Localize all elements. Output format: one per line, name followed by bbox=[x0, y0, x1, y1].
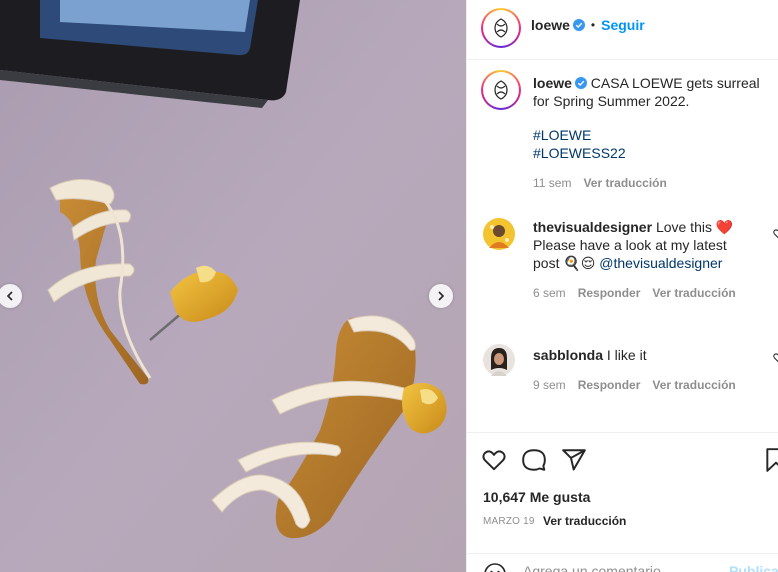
commenter-username[interactable]: sabblonda bbox=[533, 347, 603, 363]
post-header: loewe • Seguir bbox=[467, 0, 778, 60]
caption-username[interactable]: loewe bbox=[533, 75, 572, 91]
add-comment-bar: Publicar bbox=[467, 553, 778, 572]
author-username[interactable]: loewe bbox=[531, 17, 570, 33]
comment-item: thevisualdesigner Love this ❤️ Please ha… bbox=[533, 218, 773, 300]
comment-item: sabblonda I like it 9 sem Responder Ver … bbox=[533, 346, 773, 392]
author-avatar[interactable] bbox=[481, 8, 521, 48]
loewe-logo-icon bbox=[494, 80, 508, 100]
post-date[interactable]: MARZO 19 bbox=[483, 516, 535, 527]
share-icon[interactable] bbox=[561, 447, 587, 473]
comment-text: I like it bbox=[606, 347, 647, 363]
heart-icon[interactable] bbox=[481, 447, 507, 473]
commenter-avatar[interactable] bbox=[483, 218, 515, 250]
loewe-logo-icon bbox=[494, 18, 508, 38]
comment-icon[interactable] bbox=[521, 447, 547, 473]
avatar-photo bbox=[483, 344, 515, 376]
caption-avatar[interactable] bbox=[481, 70, 521, 110]
emoji-icon[interactable] bbox=[483, 562, 507, 572]
comment-timestamp[interactable]: 9 sem bbox=[533, 378, 566, 392]
see-translation-button[interactable]: Ver traducción bbox=[652, 378, 735, 392]
comment-like-heart-icon[interactable] bbox=[773, 352, 778, 364]
verified-badge-icon bbox=[574, 77, 587, 89]
publish-button[interactable]: Publicar bbox=[729, 563, 778, 572]
follow-button[interactable]: Seguir bbox=[601, 17, 645, 33]
comment-text: Please have a look at my latest bbox=[533, 237, 727, 253]
hashtag-link[interactable]: #LOEWE bbox=[533, 126, 773, 144]
see-translation-button[interactable]: Ver traducción bbox=[543, 514, 626, 528]
reply-button[interactable]: Responder bbox=[578, 378, 641, 392]
see-translation-button[interactable]: Ver traducción bbox=[652, 286, 735, 300]
commenter-avatar[interactable] bbox=[483, 344, 515, 376]
comment-text: post 🍳😌 bbox=[533, 255, 596, 271]
bookmark-icon[interactable] bbox=[763, 447, 778, 473]
chevron-right-icon bbox=[438, 291, 445, 301]
separator-dot: • bbox=[590, 18, 596, 32]
comments-list[interactable]: loewe CASA LOEWE gets surreal for Spring… bbox=[467, 60, 778, 432]
commenter-username[interactable]: thevisualdesigner bbox=[533, 219, 652, 235]
sandals-photo bbox=[0, 0, 466, 572]
like-count[interactable]: 10,647 Me gusta bbox=[483, 489, 590, 505]
comment-like-heart-icon[interactable] bbox=[773, 228, 778, 240]
post-actions: 10,647 Me gusta MARZO 19 Ver traducción … bbox=[467, 432, 778, 572]
post-image[interactable] bbox=[0, 0, 466, 572]
mention-link[interactable]: @thevisualdesigner bbox=[599, 255, 722, 271]
post-sidebar: loewe • Seguir loewe CASA LOEWE gets sur… bbox=[466, 0, 778, 572]
caption: loewe CASA LOEWE gets surreal for Spring… bbox=[533, 74, 773, 190]
instagram-post-view: loewe • Seguir loewe CASA LOEWE gets sur… bbox=[0, 0, 778, 572]
caption-timestamp[interactable]: 11 sem bbox=[533, 176, 571, 190]
comment-input[interactable] bbox=[523, 563, 723, 572]
next-image-button[interactable] bbox=[429, 284, 453, 308]
see-translation-button[interactable]: Ver traducción bbox=[583, 176, 666, 190]
comment-text: Love this ❤️ bbox=[655, 219, 734, 235]
verified-badge-icon bbox=[572, 19, 585, 31]
chevron-left-icon bbox=[6, 291, 13, 301]
hashtag-link[interactable]: #LOEWESS22 bbox=[533, 144, 773, 162]
comment-timestamp[interactable]: 6 sem bbox=[533, 286, 566, 300]
avatar-photo bbox=[483, 218, 515, 250]
reply-button[interactable]: Responder bbox=[578, 286, 641, 300]
